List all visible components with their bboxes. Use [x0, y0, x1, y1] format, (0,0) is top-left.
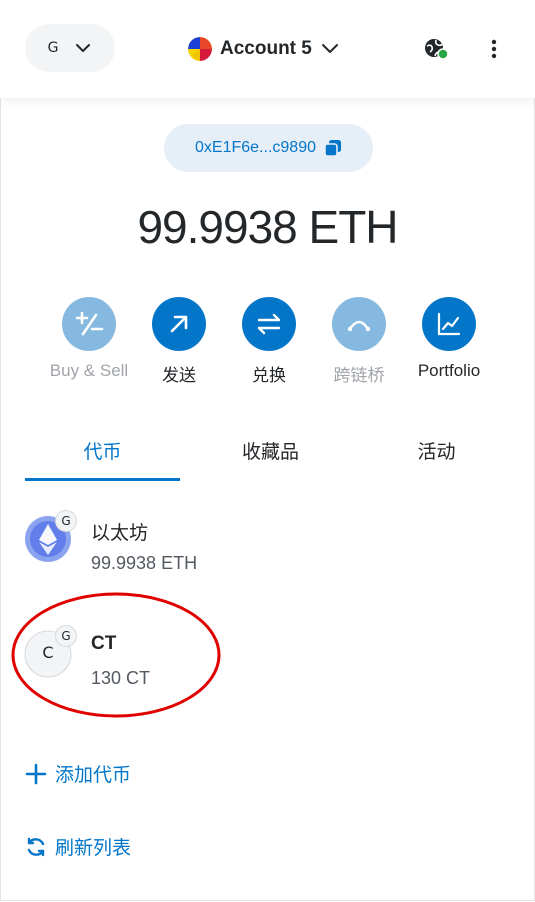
send-label: 发送: [162, 366, 196, 385]
refresh-list-link[interactable]: 刷新列表: [25, 833, 131, 860]
annotation-highlight-ellipse: [11, 592, 221, 718]
token-network-badge: G: [55, 510, 77, 532]
plus-minus-icon: [75, 311, 104, 336]
tab-activity[interactable]: 活动: [359, 430, 514, 478]
app-header: G Account 5: [0, 0, 535, 98]
asset-tabs: 代币 收藏品 活动: [25, 430, 510, 481]
portfolio-label: Portfolio: [417, 361, 481, 380]
swap-circle: [242, 297, 296, 351]
account-balance: 99.9938 ETH: [137, 201, 398, 253]
network-avatar: G: [47, 40, 59, 56]
add-token-link[interactable]: 添加代币: [25, 760, 131, 787]
add-token-label: 添加代币: [55, 764, 132, 786]
send-circle: [152, 297, 206, 351]
buy-sell-button[interactable]: Buy & Sell: [44, 297, 134, 381]
plus-icon: [25, 763, 47, 784]
token-row-eth[interactable]: G 以太坊 99.9938 ETH: [24, 510, 504, 595]
account-name: Account 5: [220, 38, 312, 59]
tab-collectibles[interactable]: 收藏品: [193, 430, 348, 478]
chevron-down-icon: [321, 44, 338, 53]
bridge-button[interactable]: 跨链桥: [314, 297, 404, 386]
copy-icon: [324, 140, 341, 157]
chevron-down-icon: [76, 44, 90, 52]
send-button[interactable]: 发送: [134, 297, 224, 386]
account-picker[interactable]: Account 5: [188, 34, 340, 64]
swap-label: 兑换: [252, 366, 286, 385]
token-name: 以太坊: [91, 522, 149, 544]
network-picker[interactable]: G: [25, 24, 115, 72]
buy-sell-label: Buy & Sell: [49, 361, 129, 380]
chart-line-icon: [437, 312, 461, 336]
tab-tokens[interactable]: 代币: [25, 430, 180, 481]
arrow-up-right-icon: [170, 315, 188, 333]
connected-sites-globe-icon[interactable]: [423, 37, 449, 61]
action-bar: Buy & Sell 发送 兑换 跨链桥 Portfolio: [0, 297, 535, 387]
swap-button[interactable]: 兑换: [224, 297, 314, 386]
refresh-icon: [27, 837, 45, 856]
account-avatar-icon: [188, 37, 212, 61]
refresh-list-label: 刷新列表: [55, 837, 132, 859]
more-options-icon[interactable]: [485, 38, 503, 60]
account-address: 0xE1F6e...c9890: [195, 139, 316, 156]
bridge-label: 跨链桥: [333, 366, 385, 385]
account-address-copy[interactable]: 0xE1F6e...c9890: [164, 124, 373, 172]
bridge-circle: [332, 297, 386, 351]
portfolio-circle: [422, 297, 476, 351]
token-amount: 99.9938 ETH: [91, 553, 198, 573]
bridge-icon: [347, 320, 371, 332]
buy-sell-circle: [62, 297, 116, 351]
swap-arrows-icon: [257, 313, 281, 335]
portfolio-button[interactable]: Portfolio: [404, 297, 494, 381]
